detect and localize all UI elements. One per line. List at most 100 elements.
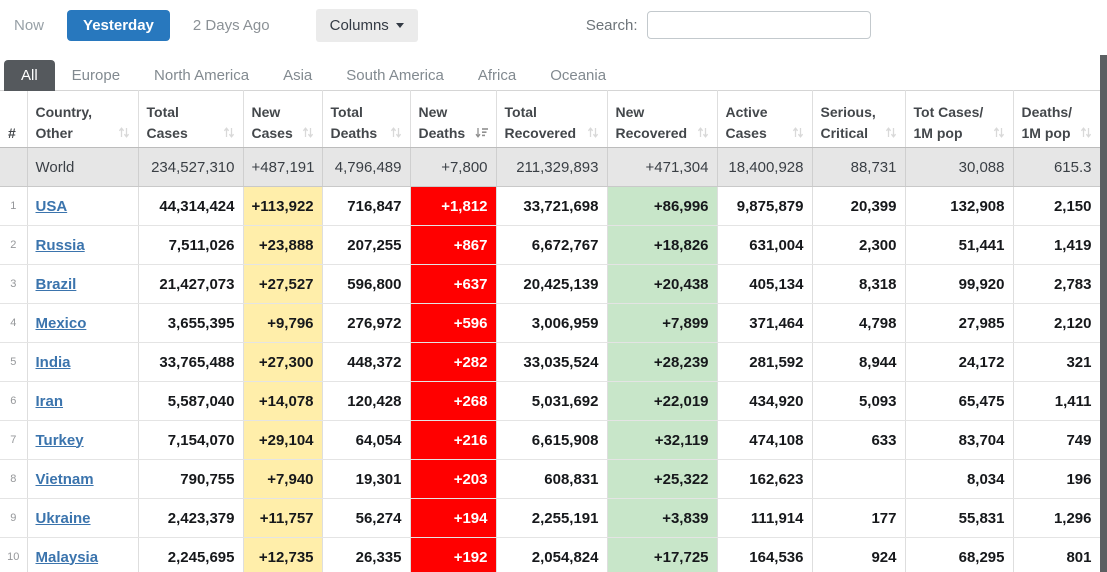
cases-per-1m-cell: 30,088 [905,147,1014,187]
column-header-deaths-per-1m[interactable]: Deaths/1M pop [1013,90,1101,148]
search-input[interactable] [646,11,871,39]
total-deaths-cell: 120,428 [322,381,411,421]
total-recovered-cell: 608,831 [496,459,608,499]
new-recovered-cell: +22,019 [607,381,718,421]
new-recovered-cell: +20,438 [607,264,718,304]
rank-cell: 6 [0,381,28,421]
columns-dropdown-button[interactable]: Columns [315,8,418,42]
deaths-per-1m-cell: 2,120 [1013,303,1101,343]
country-link-brazil[interactable]: Brazil [36,276,77,293]
new-deaths-cell: +203 [410,459,497,499]
country-link-vietnam[interactable]: Vietnam [36,471,94,488]
rank-cell: 10 [0,537,28,572]
sort-desc-icon [474,127,488,139]
cases-per-1m-cell: 55,831 [905,498,1014,538]
serious-critical-cell: 4,798 [812,303,906,343]
cases-per-1m-cell: 8,034 [905,459,1014,499]
column-header-new-cases[interactable]: New Cases [243,90,323,148]
new-recovered-cell: +7,899 [607,303,718,343]
country-row-india: 5 India 33,765,488 +27,300 448,372 +282 33,035… [0,342,1101,382]
active-cases-cell: 9,875,879 [717,186,813,226]
new-cases-cell: +29,104 [243,420,323,460]
active-cases-cell: 405,134 [717,264,813,304]
total-cases-cell: 234,527,310 [138,147,244,187]
active-cases-cell: 371,464 [717,303,813,343]
country-link-iran[interactable]: Iran [36,393,64,410]
total-deaths-cell: 56,274 [322,498,411,538]
columns-button-label: Columns [329,16,389,34]
total-cases-cell: 44,314,424 [138,186,244,226]
new-deaths-cell: +596 [410,303,497,343]
total-deaths-cell: 4,796,489 [322,147,411,187]
sort-icon [587,126,599,139]
country-link-malaysia[interactable]: Malaysia [36,549,99,566]
total-deaths-cell: 716,847 [322,186,411,226]
deaths-per-1m-cell: 2,783 [1013,264,1101,304]
total-cases-cell: 7,511,026 [138,225,244,265]
tab-south-america[interactable]: South America [329,60,461,91]
new-recovered-cell: +25,322 [607,459,718,499]
total-cases-cell: 2,423,379 [138,498,244,538]
serious-critical-cell: 2,300 [812,225,906,265]
country-link-turkey[interactable]: Turkey [36,432,84,449]
new-cases-cell: +11,757 [243,498,323,538]
column-header-country-other[interactable]: Country, Other [27,90,139,148]
country-link-russia[interactable]: Russia [36,237,85,254]
column-header-new-deaths[interactable]: New Deaths [410,90,497,148]
sort-icon [223,126,235,139]
column-header-cases-per-1m[interactable]: Tot Cases/1M pop [905,90,1014,148]
active-cases-cell: 281,592 [717,342,813,382]
deaths-per-1m-cell: 615.3 [1013,147,1101,187]
new-cases-cell: +12,735 [243,537,323,572]
serious-critical-cell: 88,731 [812,147,906,187]
new-deaths-cell: +194 [410,498,497,538]
yesterday-button[interactable]: Yesterday [67,9,170,41]
new-recovered-cell: +3,839 [607,498,718,538]
tab-asia[interactable]: Asia [266,60,329,91]
column-header-active-cases[interactable]: Active Cases [717,90,813,148]
cases-per-1m-cell: 68,295 [905,537,1014,572]
tab-north-america[interactable]: North America [137,60,266,91]
country-link-ukraine[interactable]: Ukraine [36,510,91,527]
column-header-total-cases[interactable]: Total Cases [138,90,244,148]
sort-icon [885,126,897,139]
country-cell: Russia [27,225,139,265]
total-cases-cell: 7,154,070 [138,420,244,460]
two-days-ago-link[interactable]: 2 Days Ago [193,17,270,34]
now-link[interactable]: Now [14,17,44,34]
new-recovered-cell: +86,996 [607,186,718,226]
total-deaths-cell: 19,301 [322,459,411,499]
column-header-total-recovered[interactable]: Total Recovered [496,90,608,148]
serious-critical-cell [812,459,906,499]
rank-cell: 1 [0,186,28,226]
continent-tabs: All Europe North America Asia South America A… [0,60,1107,91]
country-link-mexico[interactable]: Mexico [36,315,87,332]
tab-europe[interactable]: Europe [55,60,137,91]
active-cases-cell: 162,623 [717,459,813,499]
tab-oceania[interactable]: Oceania [533,60,623,91]
active-cases-cell: 164,536 [717,537,813,572]
tab-all[interactable]: All [4,60,55,91]
sort-icon [118,126,130,139]
column-header-serious-critical[interactable]: Serious, Critical [812,90,906,148]
country-row-vietnam: 8 Vietnam 790,755 +7,940 19,301 +203 608,831 +2… [0,459,1101,499]
column-header-rank: # [0,90,28,148]
country-link-usa[interactable]: USA [36,198,68,215]
caret-down-icon [395,22,404,28]
country-link-india[interactable]: India [36,354,71,371]
serious-critical-cell: 633 [812,420,906,460]
new-cases-cell: +23,888 [243,225,323,265]
tab-africa[interactable]: Africa [461,60,533,91]
total-cases-cell: 33,765,488 [138,342,244,382]
column-header-new-recovered[interactable]: New Recovered [607,90,718,148]
rank-cell: 9 [0,498,28,538]
column-header-total-deaths[interactable]: Total Deaths [322,90,411,148]
sort-icon [792,126,804,139]
total-cases-cell: 2,245,695 [138,537,244,572]
vertical-scrollbar[interactable] [1100,55,1107,572]
sort-icon [302,126,314,139]
cases-per-1m-cell: 65,475 [905,381,1014,421]
serious-critical-cell: 177 [812,498,906,538]
total-deaths-cell: 448,372 [322,342,411,382]
total-recovered-cell: 6,615,908 [496,420,608,460]
